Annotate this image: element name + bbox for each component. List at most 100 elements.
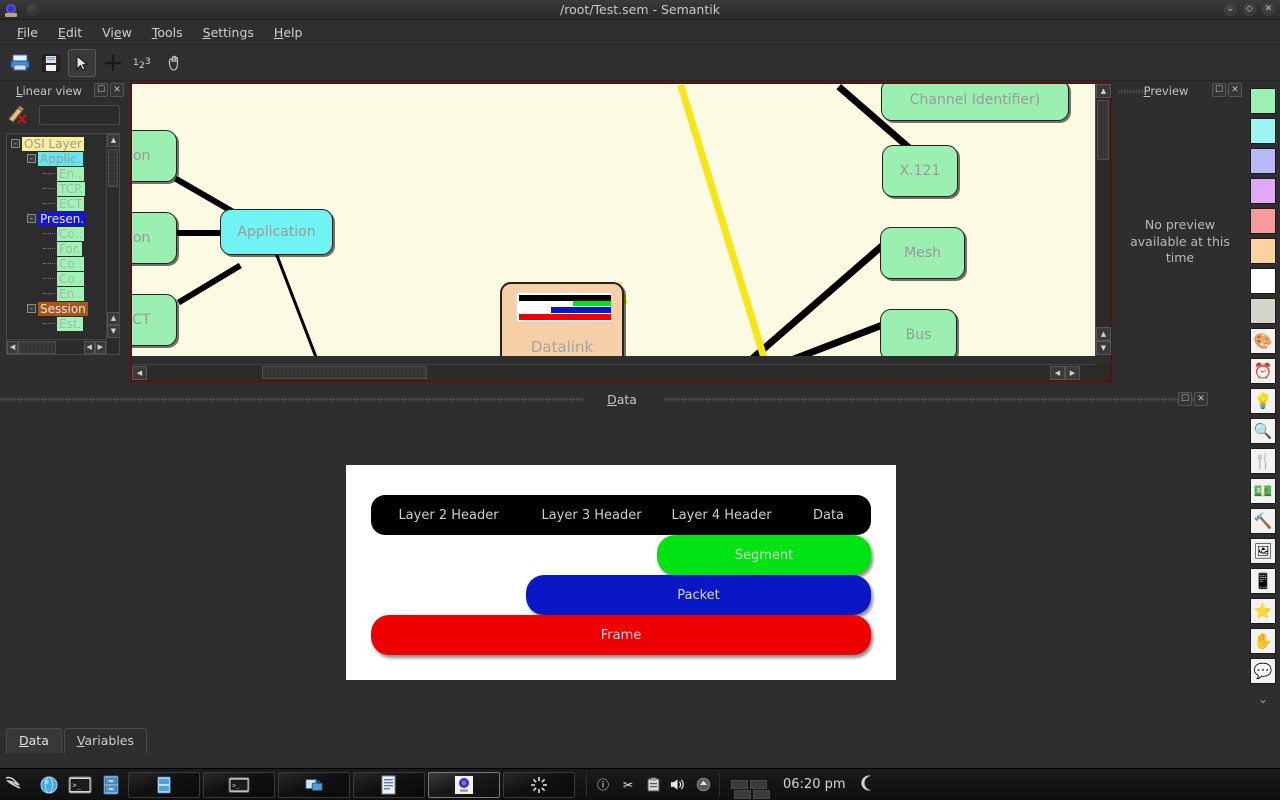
- tree-scroll-thumb[interactable]: [108, 149, 118, 187]
- preview-float-button[interactable]: ☐: [1212, 83, 1226, 97]
- canvas-vscroll-thumb[interactable]: [1097, 100, 1109, 160]
- node-mesh[interactable]: Mesh: [880, 227, 965, 279]
- tree-horizontal-scrollbar[interactable]: ◀ ◀ ▶: [7, 339, 106, 354]
- data-panel[interactable]: Layer 2 HeaderLayer 3 HeaderLayer 4 Head…: [0, 409, 1244, 725]
- tree-item[interactable]: -Applic.: [7, 151, 106, 166]
- pan-hand-icon[interactable]: [161, 49, 189, 77]
- workspace-3[interactable]: [734, 790, 751, 799]
- taskbar-window-files[interactable]: [128, 772, 200, 798]
- tree-item[interactable]: Co..: [7, 226, 106, 241]
- close-button[interactable]: ✕: [1262, 3, 1275, 16]
- scissors-icon[interactable]: ✂: [620, 777, 636, 793]
- speech-bubble-icon[interactable]: 💬: [1250, 658, 1276, 684]
- node-datalink[interactable]: Datalink: [500, 282, 624, 356]
- magnifier-icon[interactable]: 🔍: [1250, 418, 1276, 444]
- node-x121[interactable]: X.121: [882, 145, 958, 197]
- workspace-1[interactable]: [731, 780, 748, 789]
- tree-hscroll-right-button[interactable]: ▶: [95, 341, 106, 354]
- node-application[interactable]: Application: [220, 209, 333, 255]
- volume-icon[interactable]: [670, 777, 686, 793]
- numbering-icon[interactable]: 1 2 3: [130, 49, 158, 77]
- linear-view-float-button[interactable]: ☐: [94, 83, 108, 97]
- alarm-clock-icon[interactable]: ⏰: [1250, 358, 1276, 384]
- canvas-hscroll-left2-button[interactable]: ◀: [1050, 366, 1065, 380]
- workspace-2[interactable]: [750, 780, 767, 789]
- tree-hscroll-left2-button[interactable]: ◀: [84, 341, 95, 354]
- taskbar-window-terminal[interactable]: >_: [203, 772, 275, 798]
- tree-vertical-scrollbar[interactable]: ▲ ▲ ▼: [106, 134, 119, 354]
- node-channel-id[interactable]: Channel Identifier): [881, 84, 1069, 121]
- open-icon[interactable]: [6, 49, 34, 77]
- files-icon[interactable]: [97, 771, 125, 799]
- tree-item[interactable]: Co..: [7, 271, 106, 286]
- taskbar-window-loading[interactable]: [503, 772, 575, 798]
- swatch-white[interactable]: [1250, 268, 1276, 294]
- globe-icon[interactable]: [35, 771, 63, 799]
- tree-item[interactable]: Est.: [7, 316, 106, 331]
- osi-layer-tree[interactable]: -OSI Layer-Applic.En..TCP.ECT-Presen.Co.…: [6, 133, 120, 355]
- tree-item[interactable]: En..: [7, 166, 106, 181]
- data-dock-close-button[interactable]: ✕: [1194, 392, 1208, 406]
- eject-icon[interactable]: [695, 777, 711, 793]
- swatch-salmon[interactable]: [1250, 208, 1276, 234]
- tree-item[interactable]: For.: [7, 241, 106, 256]
- tree-item[interactable]: TCP.: [7, 181, 106, 196]
- keep-above-button[interactable]: ◇: [1243, 3, 1256, 16]
- canvas-scroll-down-button[interactable]: ▼: [1096, 341, 1111, 355]
- menu-file[interactable]: File: [8, 22, 47, 43]
- tree-hscroll-left-button[interactable]: ◀: [7, 341, 18, 354]
- menu-edit[interactable]: Edit: [49, 22, 91, 43]
- clear-broom-icon[interactable]: [6, 103, 32, 127]
- kali-dragon-icon[interactable]: [4, 771, 32, 799]
- tree-expander[interactable]: -: [11, 139, 20, 148]
- canvas-vertical-scrollbar[interactable]: ▲ ▲ ▼: [1095, 84, 1110, 356]
- lightbulb-icon[interactable]: 💡: [1250, 388, 1276, 414]
- shade-button[interactable]: ⌄: [1224, 3, 1237, 16]
- workspace-pager-row2[interactable]: [734, 790, 770, 799]
- node-bus[interactable]: Bus: [880, 309, 957, 356]
- node-ect[interactable]: ECT: [132, 294, 177, 346]
- tree-expander[interactable]: -: [27, 214, 36, 223]
- canvas-scroll-down-up-button[interactable]: ▲: [1096, 327, 1111, 341]
- tree-expander[interactable]: -: [27, 304, 36, 313]
- select-pointer-icon[interactable]: [68, 49, 96, 77]
- add-node-icon[interactable]: [99, 49, 127, 77]
- night-mode-icon[interactable]: [859, 774, 875, 795]
- swatch-violet[interactable]: [1250, 178, 1276, 204]
- swatch-cyan[interactable]: [1250, 118, 1276, 144]
- data-dock-float-button[interactable]: ☐: [1178, 392, 1192, 406]
- linear-view-search-input[interactable]: [39, 105, 120, 125]
- tab-data[interactable]: Data: [6, 728, 62, 753]
- taskbar-clock[interactable]: 06:20 pm: [783, 777, 846, 792]
- taskbar-window-document[interactable]: [353, 772, 425, 798]
- taskbar-window-network[interactable]: [278, 772, 350, 798]
- menu-help[interactable]: Help: [265, 22, 312, 43]
- tree-item[interactable]: -OSI Layer: [7, 136, 106, 151]
- tree-hscroll-thumb[interactable]: [18, 341, 55, 354]
- tree-item[interactable]: En..: [7, 286, 106, 301]
- raised-hand-icon[interactable]: ✋: [1250, 628, 1276, 654]
- swatch-green[interactable]: [1250, 88, 1276, 114]
- mobile-phone-icon[interactable]: 📱: [1250, 568, 1276, 594]
- preview-close-button[interactable]: ✕: [1228, 83, 1242, 97]
- dollar-icon[interactable]: 💵: [1250, 478, 1276, 504]
- swatch-lavender[interactable]: [1250, 148, 1276, 174]
- graph-canvas[interactable]: tiontionECTApplicationChannel Identifier…: [132, 84, 1095, 356]
- canvas-hscroll-thumb[interactable]: [262, 366, 427, 379]
- save-icon[interactable]: [37, 49, 65, 77]
- canvas-hscroll-right-button[interactable]: ▶: [1065, 366, 1080, 380]
- star-icon[interactable]: ⭐: [1250, 598, 1276, 624]
- node-tion-2[interactable]: tion: [132, 212, 177, 264]
- tree-item[interactable]: Co..: [7, 256, 106, 271]
- picture-frame-icon[interactable]: 🖼: [1250, 538, 1276, 564]
- titlebar-menu-dot[interactable]: [26, 3, 39, 16]
- linear-view-close-button[interactable]: ✕: [110, 83, 124, 97]
- swatch-gray[interactable]: [1250, 298, 1276, 324]
- clipboard-icon[interactable]: [645, 777, 661, 793]
- tree-item[interactable]: -Session: [7, 301, 106, 316]
- gavel-icon[interactable]: 🔨: [1250, 508, 1276, 534]
- canvas-hscroll-left-button[interactable]: ◀: [132, 366, 147, 380]
- menu-settings[interactable]: Settings: [194, 22, 263, 43]
- tree-scroll-up-button[interactable]: ▲: [107, 134, 120, 147]
- tree-item[interactable]: ECT: [7, 196, 106, 211]
